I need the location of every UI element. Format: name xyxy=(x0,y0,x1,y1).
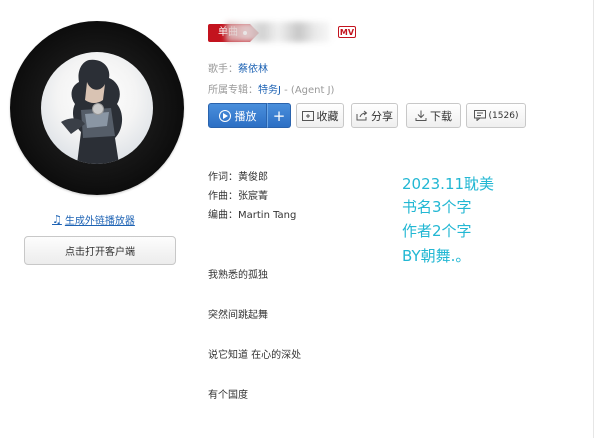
album-disc xyxy=(10,21,184,195)
album-link[interactable]: 特务J xyxy=(258,85,281,96)
music-note-icon: ♫ xyxy=(52,213,62,226)
lyric-line: 说它知道 在心的深处 xyxy=(208,350,302,361)
album-label: 所属专辑： xyxy=(208,85,258,96)
play-label: 播放 xyxy=(234,109,257,123)
comments-button[interactable]: (1526) xyxy=(466,103,526,128)
collect-label: 收藏 xyxy=(316,109,339,123)
album-subtitle: - (Agent J) xyxy=(280,85,335,96)
overlay-text-line2: 书名3个字 xyxy=(402,198,472,216)
singer-row: 歌手：蔡依林 xyxy=(208,60,268,75)
open-client-button[interactable]: 点击打开客户端 xyxy=(24,236,176,265)
folder-plus-icon xyxy=(301,111,314,121)
play-icon xyxy=(218,109,231,122)
share-button[interactable]: 分享 xyxy=(351,103,398,128)
song-title-blurred xyxy=(226,22,330,42)
overlay-text-line1: 2023.11耽美 xyxy=(402,175,495,193)
comments-count: (1526) xyxy=(488,110,519,121)
share-icon xyxy=(356,110,368,121)
overlay-text-line4: BY朝舞.。 xyxy=(402,247,471,265)
download-icon xyxy=(415,110,427,121)
lyric-line: 有个国度 xyxy=(208,390,248,401)
singer-label: 歌手： xyxy=(208,64,238,75)
share-label: 分享 xyxy=(371,109,393,123)
add-to-playlist-button[interactable]: + xyxy=(267,103,291,128)
lyric-line: 突然间跳起舞 xyxy=(208,310,268,321)
disc-center xyxy=(92,103,104,115)
generate-player-link[interactable]: ♫ 生成外链播放器 xyxy=(52,212,135,227)
lyricist-credit: 作词：黄俊郎 xyxy=(208,172,268,183)
lyric-line: 我熟悉的孤独 xyxy=(208,270,268,281)
composer-credit: 作曲：张宸菁 xyxy=(208,191,268,202)
play-button[interactable]: 播放 xyxy=(208,103,267,128)
vinyl-record xyxy=(10,21,184,195)
mv-icon[interactable]: MV xyxy=(338,26,356,38)
generate-player-link-label: 生成外链播放器 xyxy=(64,216,135,227)
collect-button[interactable]: 收藏 xyxy=(296,103,344,128)
page-border xyxy=(593,0,594,438)
download-label: 下载 xyxy=(430,109,452,123)
album-row: 所属专辑：特务J - (Agent J) xyxy=(208,81,334,96)
overlay-text-line3: 作者2个字 xyxy=(402,222,472,240)
arranger-credit: 编曲：Martin Tang xyxy=(208,210,297,221)
comment-icon xyxy=(473,110,486,121)
download-button[interactable]: 下载 xyxy=(406,103,461,128)
singer-link[interactable]: 蔡依林 xyxy=(238,64,268,75)
